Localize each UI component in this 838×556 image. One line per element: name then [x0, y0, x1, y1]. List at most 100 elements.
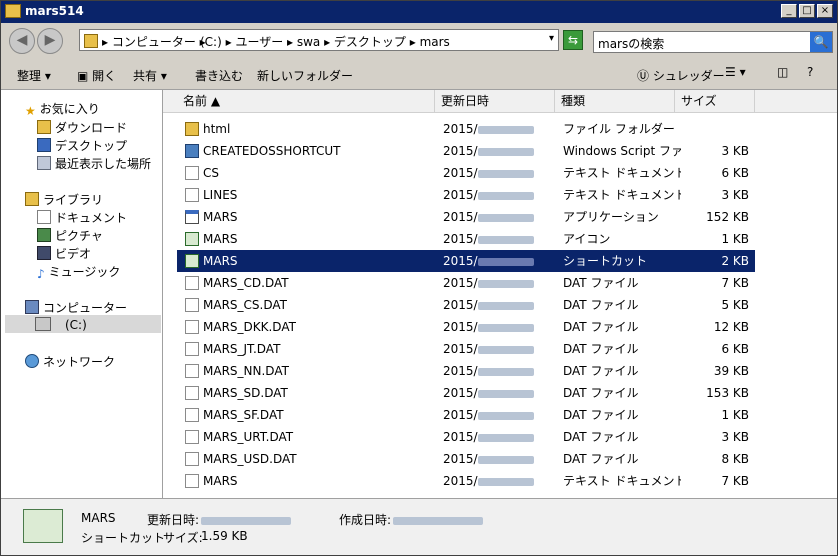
title-bar[interactable]: mars514 _ □ ×: [1, 1, 837, 23]
help-button[interactable]: ?: [807, 65, 813, 79]
file-row[interactable]: MARS_CD.DAT 2015/DAT ファイル 7 KB: [177, 272, 755, 294]
file-row[interactable]: MARS 2015/アプリケーション 152 KB: [177, 206, 755, 228]
recent-places-icon: [37, 156, 51, 170]
file-row[interactable]: html 2015/ファイル フォルダー: [177, 118, 755, 140]
file-row[interactable]: CREATEDOSSHORTCUT 2015/Windows Script ファ.…: [177, 140, 755, 162]
column-size[interactable]: サイズ: [675, 90, 755, 112]
file-row[interactable]: MARS 2015/アイコン 1 KB: [177, 228, 755, 250]
redacted-date: [477, 433, 534, 442]
details-created-value: [393, 513, 483, 527]
nav-network[interactable]: ネットワーク: [25, 353, 115, 370]
minimize-button[interactable]: _: [781, 4, 797, 18]
nav-pictures[interactable]: ピクチャ: [37, 227, 103, 244]
star-icon: ★: [25, 104, 36, 118]
nav-recent-places[interactable]: 最近表示した場所: [37, 155, 151, 172]
file-row[interactable]: CS 2015/テキスト ドキュメント 6 KB: [177, 162, 755, 184]
file-date: 2015/: [443, 338, 555, 360]
burn-button[interactable]: 書き込む: [195, 67, 243, 84]
column-header: 名前 ▲ 更新日時 種類 サイズ: [163, 90, 837, 113]
nav-videos[interactable]: ビデオ: [37, 245, 91, 262]
file-row[interactable]: MARS_SF.DAT 2015/DAT ファイル 1 KB: [177, 404, 755, 426]
column-type[interactable]: 種類: [555, 90, 675, 112]
videos-icon: [37, 246, 51, 260]
file-type: DAT ファイル: [563, 408, 639, 422]
folder-icon: [5, 4, 21, 18]
column-modified[interactable]: 更新日時: [435, 90, 555, 112]
shredder-button[interactable]: Ⓤ シュレッダー: [637, 67, 725, 84]
file-name: CS: [203, 166, 219, 180]
file-row[interactable]: MARS_JT.DAT 2015/DAT ファイル 6 KB: [177, 338, 755, 360]
file-row[interactable]: MARS_DKK.DAT 2015/DAT ファイル 12 KB: [177, 316, 755, 338]
redacted-date: [477, 125, 534, 134]
search-input[interactable]: marsの検索 🔍: [593, 31, 833, 53]
file-row[interactable]: MARS_SD.DAT 2015/DAT ファイル 153 KB: [177, 382, 755, 404]
file-type: アプリケーション: [563, 210, 659, 224]
file-date-text: 2015/: [443, 386, 478, 400]
maximize-button[interactable]: □: [799, 4, 815, 18]
back-button[interactable]: ◀: [9, 28, 35, 54]
file-name: MARS_SF.DAT: [203, 408, 284, 422]
file-row[interactable]: LINES 2015/テキスト ドキュメント 3 KB: [177, 184, 755, 206]
preview-pane-icon[interactable]: ◫: [777, 65, 788, 79]
file-date: 2015/: [443, 470, 555, 492]
open-button[interactable]: ▣ 開く: [77, 67, 116, 84]
nav-desktop[interactable]: デスクトップ: [37, 137, 127, 154]
nav-favorites[interactable]: ★ お気に入り: [25, 100, 100, 118]
application-icon: [185, 210, 199, 224]
search-icon[interactable]: 🔍: [810, 32, 832, 52]
pictures-icon: [37, 228, 51, 242]
file-row[interactable]: MARS_NN.DAT 2015/DAT ファイル 39 KB: [177, 360, 755, 382]
nav-downloads[interactable]: ダウンロード: [37, 119, 127, 136]
music-icon: ♪: [37, 267, 45, 281]
details-type: ショートカット: [81, 531, 166, 545]
forward-button[interactable]: ▶: [37, 28, 63, 54]
file-name: MARS_CS.DAT: [203, 298, 287, 312]
file-name: MARS_SD.DAT: [203, 386, 288, 400]
file-row[interactable]: MARS 2015/テキスト ドキュメント 7 KB: [177, 470, 755, 492]
file-row[interactable]: MARS_CS.DAT 2015/DAT ファイル 5 KB: [177, 294, 755, 316]
file-size: 3 KB: [721, 188, 749, 202]
file-date: 2015/: [443, 448, 555, 470]
file-date-text: 2015/: [443, 188, 478, 202]
file-date: 2015/: [443, 294, 555, 316]
nav-computer[interactable]: コンピューター: [25, 299, 127, 316]
file-size: 2 KB: [721, 254, 749, 268]
file-row[interactable]: MARS_USD.DAT 2015/DAT ファイル 8 KB: [177, 448, 755, 470]
file-type: DAT ファイル: [563, 276, 639, 290]
downloads-icon: [37, 120, 51, 134]
file-size: 153 KB: [706, 386, 749, 400]
file-row[interactable]: MARS_URT.DAT 2015/DAT ファイル 3 KB: [177, 426, 755, 448]
view-options-button[interactable]: ☰ ▾: [725, 65, 746, 79]
nav-libraries[interactable]: ライブラリ: [25, 191, 103, 208]
file-size: 3 KB: [721, 144, 749, 158]
refresh-icon[interactable]: ⇆: [563, 30, 583, 50]
document-icon: [185, 408, 199, 422]
file-row[interactable]: MARS 2015/ショートカット 2 KB: [177, 250, 755, 272]
file-date: 2015/: [443, 140, 555, 162]
nav-documents[interactable]: ドキュメント: [37, 209, 127, 226]
address-bar[interactable]: ▸ コンピューター ▸ (C:) ▸ ユーザー ▸ swa ▸ デスクトップ ▸…: [79, 29, 559, 51]
nav-music[interactable]: ♪ ミュージック: [37, 263, 120, 281]
details-name: MARS: [81, 511, 116, 525]
file-name: MARS: [203, 254, 238, 268]
redacted-date: [477, 279, 534, 288]
share-button[interactable]: 共有 ▾: [133, 67, 167, 84]
document-icon: [185, 386, 199, 400]
new-folder-button[interactable]: 新しいフォルダー: [257, 67, 353, 84]
address-dropdown-icon[interactable]: ▾: [549, 33, 554, 44]
nav-drive-c[interactable]: (C:): [35, 317, 87, 332]
file-date-text: 2015/: [443, 210, 478, 224]
document-icon: [185, 166, 199, 180]
shredder-label: シュレッダー: [652, 69, 725, 83]
close-button[interactable]: ×: [817, 4, 833, 18]
file-size: 8 KB: [721, 452, 749, 466]
breadcrumb-computer[interactable]: ▸ コンピューター ▸: [102, 33, 206, 50]
file-date-text: 2015/: [443, 342, 478, 356]
breadcrumb-path[interactable]: (C:) ▸ ユーザー ▸ swa ▸ デスクトップ ▸ mars: [200, 33, 450, 50]
file-type: DAT ファイル: [563, 342, 639, 356]
open-icon: ▣: [77, 69, 93, 83]
document-icon: [185, 342, 199, 356]
organize-button[interactable]: 整理 ▾: [17, 67, 51, 84]
column-name[interactable]: 名前 ▲: [177, 90, 435, 112]
network-icon: [25, 354, 39, 368]
